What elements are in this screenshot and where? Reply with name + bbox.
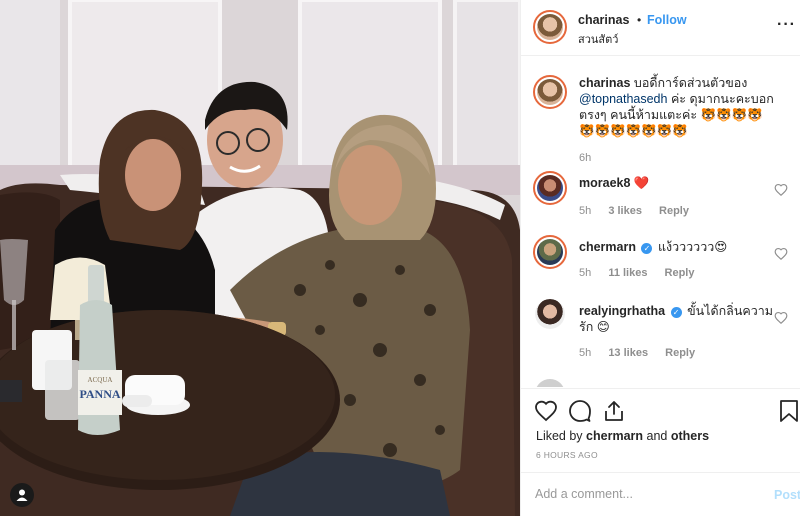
share-upload-icon[interactable]: [602, 399, 626, 423]
bottle-brand-label: PANNA: [79, 387, 120, 401]
comment-likes[interactable]: 11 likes: [608, 267, 647, 279]
caption-meta: 6h: [579, 152, 605, 164]
comment-body: ❤️: [633, 176, 650, 190]
caption-mention[interactable]: @topnathasedh: [579, 92, 667, 106]
avatar[interactable]: [533, 75, 567, 109]
small-heart-icon[interactable]: [774, 311, 788, 325]
caption-username[interactable]: charinas: [579, 76, 630, 90]
comment-body: แง้วววววว😍: [657, 240, 728, 254]
reply-button[interactable]: Reply: [665, 347, 695, 359]
comment-meta: 5h 3 likes Reply: [579, 205, 703, 217]
avatar[interactable]: [535, 379, 565, 387]
header-separator: •: [637, 13, 642, 27]
comment-likes[interactable]: 3 likes: [608, 205, 642, 217]
comment-text: moraek8 ❤️: [579, 175, 774, 191]
bottle-small-label: ACQUA: [88, 376, 113, 384]
comment-username[interactable]: moraek8: [579, 176, 630, 190]
more-options-icon[interactable]: ···: [777, 16, 796, 34]
small-heart-icon[interactable]: [774, 247, 788, 261]
follow-button[interactable]: Follow: [647, 13, 687, 27]
small-heart-icon[interactable]: [774, 183, 788, 197]
avatar[interactable]: [535, 299, 565, 329]
heart-outline-icon[interactable]: [534, 399, 558, 423]
liked-by[interactable]: Liked by chermarn and others: [536, 429, 709, 443]
speech-bubble-icon[interactable]: [568, 399, 592, 423]
post-photo[interactable]: ACQUA PANNA: [0, 0, 520, 516]
comment-time[interactable]: 5h: [579, 267, 591, 279]
comment-meta: 5h 11 likes Reply: [579, 267, 709, 279]
liked-by-user[interactable]: chermarn: [586, 429, 643, 443]
caption-text-before: บอดี้การ์ดส่วนตัวของ: [633, 76, 748, 90]
post-button[interactable]: Post: [774, 488, 800, 502]
caption-time[interactable]: 6h: [579, 152, 591, 164]
comment-text: realyingrhatha ✓ ขั้นได้กลิ่นความรัก 😊: [579, 303, 774, 335]
comment-likes[interactable]: 13 likes: [608, 347, 648, 359]
post-actions: Liked by chermarn and others 6 HOURS AGO: [521, 388, 800, 472]
reply-button[interactable]: Reply: [659, 205, 689, 217]
location-link[interactable]: สวนสัตว์: [578, 30, 618, 48]
header-username[interactable]: charinas: [578, 13, 629, 27]
reply-button[interactable]: Reply: [665, 267, 695, 279]
photo-scene: ACQUA PANNA: [0, 0, 520, 516]
user-tag-icon[interactable]: [10, 483, 34, 507]
avatar[interactable]: [533, 171, 567, 205]
comment-meta: 5h 13 likes Reply: [579, 347, 709, 359]
liked-by-joiner: and: [646, 429, 668, 443]
comment-username[interactable]: realyingrhatha: [579, 304, 665, 318]
bookmark-icon[interactable]: [777, 399, 800, 423]
add-comment-bar: Post: [521, 472, 800, 516]
comment-text: chermarn ✓ แง้วววววว😍: [579, 239, 774, 255]
liked-by-others[interactable]: others: [671, 429, 709, 443]
comment-username[interactable]: chermarn: [579, 240, 636, 254]
comments-list[interactable]: charinas บอดี้การ์ดส่วนตัวของ @topnathas…: [521, 57, 800, 387]
comment-time[interactable]: 5h: [579, 347, 591, 359]
post-timestamp[interactable]: 6 HOURS AGO: [536, 450, 598, 460]
comment-input[interactable]: [535, 484, 755, 504]
verified-badge-icon: ✓: [641, 243, 653, 254]
avatar[interactable]: [533, 235, 567, 269]
post-side-panel: charinas • Follow สวนสัตว์ ··· charinas …: [520, 0, 800, 516]
verified-badge-icon: ✓: [670, 307, 682, 318]
post-header: charinas • Follow สวนสัตว์ ···: [521, 0, 800, 56]
avatar[interactable]: [533, 10, 567, 44]
liked-by-prefix: Liked by: [536, 429, 583, 443]
caption-text: charinas บอดี้การ์ดส่วนตัวของ @topnathas…: [579, 75, 774, 139]
comment-time[interactable]: 5h: [579, 205, 591, 217]
